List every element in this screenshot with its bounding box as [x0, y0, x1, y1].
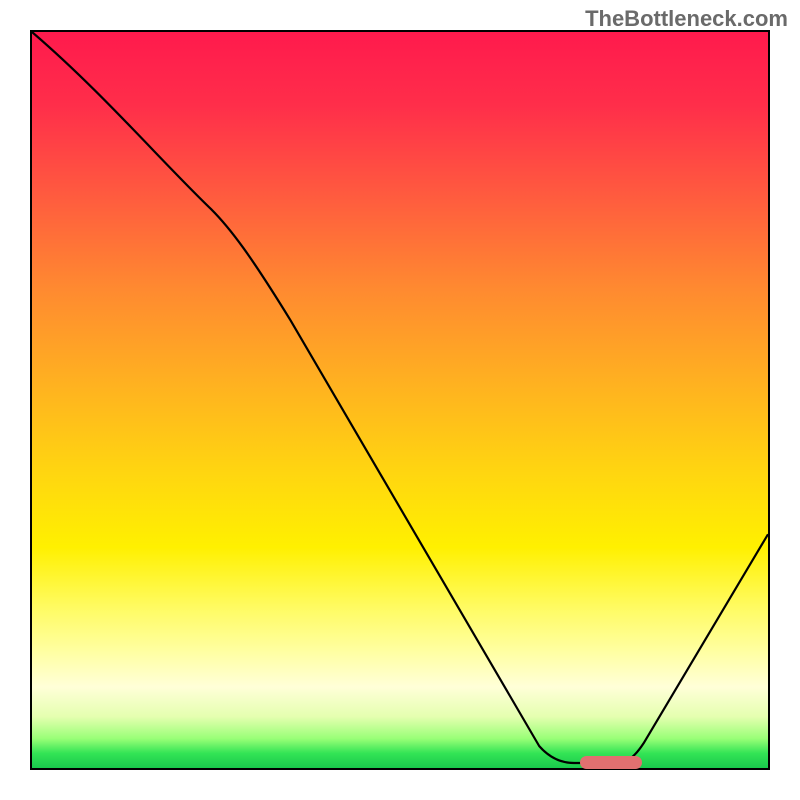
curve-path: [32, 32, 768, 763]
plot-area: [30, 30, 770, 770]
bottleneck-curve: [32, 32, 768, 768]
optimal-range-marker: [580, 756, 642, 769]
watermark-text: TheBottleneck.com: [585, 6, 788, 32]
